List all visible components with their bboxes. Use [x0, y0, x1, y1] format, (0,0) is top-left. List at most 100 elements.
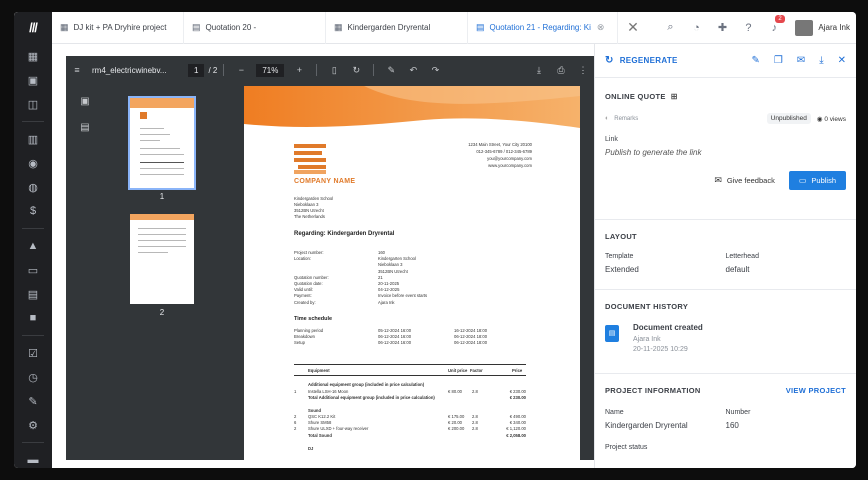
app-logo[interactable]: ///: [14, 12, 52, 44]
wrench-icon[interactable]: ✎: [14, 389, 52, 413]
document-icon: ▤: [192, 22, 201, 32]
settings-icon[interactable]: ⚙: [14, 413, 52, 437]
publish-button[interactable]: ▭ Publish: [788, 171, 846, 190]
user-name[interactable]: Ajara Ink: [818, 23, 850, 32]
download-icon[interactable]: ⤓: [819, 55, 823, 66]
table-header-price: Price: [512, 368, 523, 373]
document-icon: ▤: [476, 22, 485, 32]
monitor-icon: ▭: [798, 176, 807, 185]
divider: [22, 335, 44, 336]
tab-quotation-21[interactable]: ▤ Quotation 21 - Regarding: Ki ⊗: [468, 12, 618, 44]
clock-icon[interactable]: ◷: [14, 365, 52, 389]
annotate-icon[interactable]: ✎: [380, 65, 402, 76]
contacts-icon[interactable]: ◉: [14, 151, 52, 175]
close-icon[interactable]: ✕: [618, 19, 648, 36]
duplicate-icon[interactable]: ❐: [774, 55, 783, 66]
link-label: Link: [605, 136, 618, 143]
refresh-icon: ↻: [605, 55, 614, 66]
projects-icon[interactable]: ▥: [14, 127, 52, 151]
row-factor: 2.8: [472, 420, 478, 426]
zoom-input[interactable]: 71%: [256, 63, 285, 77]
stock-icon[interactable]: ▤: [14, 282, 52, 306]
detail-label: Quotation number:: [294, 274, 329, 280]
download-icon[interactable]: ⤓: [528, 65, 550, 76]
page-number-input[interactable]: 1: [188, 63, 205, 77]
dashboard-icon[interactable]: ▦: [14, 44, 52, 68]
row-factor: 2.8: [472, 388, 478, 394]
avatar[interactable]: [795, 19, 814, 36]
view-project-link[interactable]: VIEW PROJECT: [786, 386, 846, 395]
detail-label: Valid until:: [294, 287, 314, 293]
project-number-value: 160: [725, 421, 739, 430]
give-feedback-button[interactable]: ✉ Give feedback: [714, 175, 775, 186]
crew-icon[interactable]: ◍: [14, 175, 52, 199]
page-header-band: [244, 86, 580, 128]
letterhead-value[interactable]: default: [726, 265, 847, 274]
close-icon[interactable]: ✕: [838, 55, 846, 66]
template-value[interactable]: Extended: [605, 265, 726, 274]
layout-section: LAYOUT Template Extended Letterhead defa…: [595, 220, 856, 290]
left-nav-rail: ▦ ▣ ◫ ▥ ◉ ◍ $ ▲ ▭ ▤ ■ ☑ ◷ ✎ ⚙ ▬: [14, 44, 52, 468]
row-unit-price: € 20.00: [448, 420, 462, 426]
search-icon[interactable]: ⌕: [657, 21, 683, 34]
pdf-page: COMPANY NAME 1234 Main Street, Your City…: [244, 86, 580, 460]
zoom-out-icon[interactable]: −: [230, 65, 252, 75]
quote-side-panel: ↻ REGENERATE ✎ ❐ ✉ ⤓ ✕ ONLINE QUOTE ⊞ ◐ …: [594, 44, 856, 468]
row-qty: 2: [294, 414, 297, 419]
gift-icon[interactable]: ✚: [709, 21, 735, 34]
equipment-icon[interactable]: ▲: [14, 234, 52, 258]
document-history-section: DOCUMENT HISTORY ▤ Document created Ajar…: [595, 290, 856, 374]
undo-icon[interactable]: ↶: [402, 65, 424, 76]
bell-icon[interactable]: ♪ 2: [761, 14, 787, 34]
menu-icon[interactable]: ≡: [66, 65, 88, 75]
time-schedule-title: Time schedule: [294, 316, 333, 322]
timer-icon[interactable]: ◔: [683, 22, 709, 34]
truck-icon[interactable]: ■: [14, 306, 52, 330]
zoom-in-icon[interactable]: +: [288, 65, 310, 75]
print-icon[interactable]: ⎙: [550, 65, 572, 76]
row-item: Instella LSH-16 Moon: [308, 388, 349, 394]
company-name: COMPANY NAME: [294, 178, 356, 185]
recipient-line: 3512BN Utrecht: [294, 208, 324, 213]
detail-value: 21: [378, 274, 383, 280]
page-thumbnail-2[interactable]: [130, 214, 194, 304]
outline-icon[interactable]: ▤: [66, 114, 104, 140]
views-count: ◉ 0 views: [816, 115, 846, 123]
rotate-icon[interactable]: ↻: [345, 65, 367, 76]
mail-icon: ✉: [714, 175, 722, 185]
calendar-icon[interactable]: ▣: [14, 68, 52, 92]
online-quote-section: ONLINE QUOTE ⊞ ◐ Remarks Unpublished ◉ 0…: [595, 78, 856, 220]
group-title: Additional equipment group (included in …: [308, 382, 425, 387]
letterhead-label: Letterhead: [725, 253, 759, 260]
planner-icon[interactable]: ◫: [14, 92, 52, 116]
edit-icon[interactable]: ✎: [751, 55, 759, 66]
group-title: Sound: [308, 408, 322, 413]
thumbnails-icon[interactable]: ▣: [66, 88, 104, 114]
mail-icon[interactable]: ✉: [797, 55, 805, 66]
fit-page-icon[interactable]: ▯: [323, 65, 345, 76]
detail-label: Quotation date:: [294, 281, 323, 286]
link-value: Publish to generate the link: [605, 148, 702, 157]
regenerate-button[interactable]: ↻ REGENERATE: [605, 55, 678, 66]
row-unit-price: € 175.00: [448, 414, 465, 419]
thumbnail-label-1: 1: [159, 192, 165, 201]
chat-icon[interactable]: ▬: [14, 448, 52, 468]
help-icon[interactable]: ?: [735, 22, 761, 34]
document-heading: Regarding: Kindergarden Dryrental: [294, 231, 395, 237]
close-tab-icon[interactable]: ⊗: [597, 22, 605, 33]
tab-dj-kit-project[interactable]: ▦ DJ kit + PA Dryhire project: [52, 12, 184, 44]
schedule-label: Planning period: [294, 328, 324, 333]
recipient-line: Kindergarden School: [294, 196, 334, 201]
remarks-toggle[interactable]: ◐ Remarks: [605, 115, 638, 122]
app-window: /// ▦ DJ kit + PA Dryhire project ▤ Quot…: [14, 12, 856, 468]
redo-icon[interactable]: ↷: [424, 65, 446, 76]
finance-icon[interactable]: $: [14, 199, 52, 223]
tab-kindergarden-dryrental[interactable]: ▦ Kindergarden Dryrental: [326, 12, 468, 44]
status-badge: Unpublished: [766, 113, 811, 124]
page-thumbnail-1[interactable]: [128, 96, 196, 190]
id-card-icon[interactable]: ▭: [14, 258, 52, 282]
tab-quotation-20[interactable]: ▤ Quotation 20 -: [184, 12, 326, 44]
detail-label: Location:: [294, 256, 311, 262]
more-vertical-icon[interactable]: ⋮: [572, 65, 594, 76]
checklist-icon[interactable]: ☑: [14, 341, 52, 365]
